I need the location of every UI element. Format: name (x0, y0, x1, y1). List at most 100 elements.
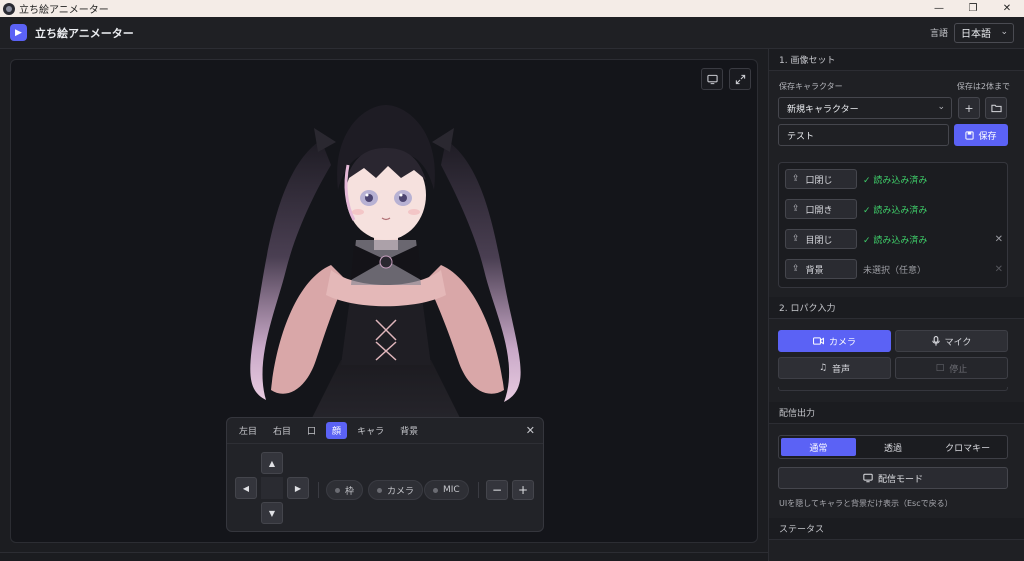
upload-mouth-closed-button[interactable]: ⇪ 口閉じ (785, 169, 857, 189)
monitor-icon (706, 74, 718, 84)
tab-character[interactable]: キャラ (351, 422, 390, 439)
upload-icon: ⇪ (792, 174, 800, 184)
image-slot-mouth-closed: ⇪ 口閉じ ✓ 読み込み済み (785, 169, 1003, 189)
close-window-button[interactable]: ✕ (990, 0, 1024, 17)
character-select[interactable]: 新規キャラクター ⌄ (778, 97, 952, 119)
arrow-up-icon: ▲ (268, 458, 276, 468)
zoom-out-button[interactable]: − (486, 480, 508, 500)
zoom-in-button[interactable]: + (512, 480, 534, 500)
control-panel-tabs: 左目 右目 口 顔 キャラ 背景 ✕ (227, 418, 543, 444)
music-note-icon: ♫ (818, 363, 828, 373)
tab-left-eye[interactable]: 左目 (233, 422, 263, 439)
upload-label: 口開き (805, 205, 833, 216)
chevron-down-icon: ⌄ (1000, 26, 1008, 37)
window-title: 立ち絵アニメーター (19, 5, 109, 16)
preview-stage: 左目 右目 口 顔 キャラ 背景 ✕ ▲ ◀ ▶ ▼ 枠 カメラ MIC − + (10, 59, 758, 543)
save-limit-note: 保存は2体まで (956, 82, 1010, 91)
settings-sidebar: 1. 画像セット 保存キャラクター 保存は2体まで 新規キャラクター ⌄ + テ… (768, 49, 1024, 561)
image-slot-background: ⇪ 背景 未選択（任意） ✕ (785, 259, 1003, 279)
fullscreen-button[interactable] (729, 68, 751, 90)
bottom-strip (0, 552, 768, 561)
arrow-down-icon: ▼ (268, 508, 276, 518)
app-icon (3, 2, 15, 15)
section-status-title: ステータス (769, 518, 1024, 540)
mode-transparent[interactable]: 透過 (856, 438, 931, 456)
move-up-button[interactable]: ▲ (261, 452, 283, 474)
upload-label: 背景 (805, 265, 824, 276)
mic-input-button[interactable]: マイク (895, 330, 1008, 352)
status-loaded: ✓ 読み込み済み (863, 205, 928, 216)
frame-toggle[interactable]: 枠 (326, 480, 364, 500)
tab-face[interactable]: 顔 (326, 422, 348, 439)
chevron-down-icon: ⌄ (937, 102, 945, 112)
control-panel-body: ▲ ◀ ▶ ▼ 枠 カメラ MIC − + (227, 444, 543, 532)
mode-chromakey[interactable]: クロマキー (930, 438, 1005, 456)
mic-icon (931, 336, 940, 346)
save-icon (965, 130, 975, 140)
arrow-right-icon: ▶ (294, 483, 302, 493)
control-panel: 左目 右目 口 顔 キャラ 背景 ✕ ▲ ◀ ▶ ▼ 枠 カメラ MIC − + (226, 417, 544, 532)
tab-right-eye[interactable]: 右目 (267, 422, 297, 439)
character-select-value: 新規キャラクター (787, 104, 859, 115)
open-folder-button[interactable] (985, 97, 1007, 119)
restore-button[interactable]: ❐ (956, 0, 990, 17)
level-meter (778, 387, 1008, 391)
move-left-button[interactable]: ◀ (235, 477, 257, 499)
stop-button[interactable]: □ 停止 (895, 357, 1008, 379)
close-icon[interactable]: ✕ (526, 424, 535, 437)
upload-icon: ⇪ (792, 264, 800, 274)
mic-input-label: マイク (944, 337, 972, 348)
folder-icon (990, 104, 1002, 113)
remove-image-icon[interactable]: ✕ (995, 234, 1003, 245)
mic-toggle[interactable]: MIC (424, 480, 469, 500)
language-select[interactable]: 日本語 ⌄ (954, 22, 1014, 43)
stream-mode-label: 配信モード (877, 474, 923, 485)
remove-image-icon: ✕ (994, 263, 1003, 275)
image-slots: ⇪ 口閉じ ✓ 読み込み済み ⇪ 口開き ✓ 読み込み済み ⇪ 目閉じ ✓ 読み込み済… (778, 162, 1008, 288)
character-name-value: テスト (787, 131, 815, 142)
camera-toggle[interactable]: カメラ (368, 480, 424, 500)
tab-background[interactable]: 背景 (394, 422, 424, 439)
camera-input-button[interactable]: カメラ (778, 330, 891, 352)
language-value: 日本語 (961, 29, 991, 40)
app-name: 立ち絵アニメーター (35, 26, 134, 40)
move-right-button[interactable]: ▶ (287, 477, 309, 499)
camera-input-label: カメラ (828, 337, 856, 348)
move-down-button[interactable]: ▼ (261, 502, 283, 524)
upload-icon: ⇪ (792, 234, 800, 244)
stop-label: 停止 (949, 364, 968, 375)
app-header: ▶ 立ち絵アニメーター 言語 日本語 ⌄ (0, 17, 1024, 49)
section-output-title: 配信出力 (769, 402, 1024, 424)
frame-toggle-label: 枠 (345, 486, 355, 497)
image-slot-eyes-closed: ⇪ 目閉じ ✓ 読み込み済み ✕ (785, 229, 1003, 249)
divider (478, 482, 479, 498)
mic-toggle-label: MIC (443, 485, 460, 495)
mode-normal[interactable]: 通常 (781, 438, 856, 456)
camera-icon (813, 337, 824, 345)
tab-mouth[interactable]: 口 (301, 422, 322, 439)
upload-eyes-closed-button[interactable]: ⇪ 目閉じ (785, 229, 857, 249)
save-button[interactable]: 保存 (954, 124, 1008, 146)
section-image-set-title: 1. 画像セット (769, 49, 1024, 71)
add-character-button[interactable]: + (958, 97, 980, 119)
status-dot-icon (335, 487, 340, 493)
play-logo-icon: ▶ (10, 24, 27, 41)
status-loaded: ✓ 読み込み済み (863, 235, 928, 246)
save-button-label: 保存 (978, 131, 997, 142)
upload-background-button[interactable]: ⇪ 背景 (785, 259, 857, 279)
upload-label: 口閉じ (805, 175, 833, 186)
divider (318, 482, 319, 498)
dpad-center (261, 477, 283, 499)
audio-input-button[interactable]: ♫ 音声 (778, 357, 891, 379)
status-dot-icon (377, 487, 382, 493)
window-controls: — ❐ ✕ (922, 0, 1024, 17)
output-mode-segmented: 通常 透過 クロマキー (778, 435, 1008, 459)
status-not-selected: 未選択（任意） (863, 265, 927, 276)
character-name-input[interactable]: テスト (778, 124, 949, 146)
stream-mode-button[interactable]: 配信モード (778, 467, 1008, 489)
plus-icon: + (964, 101, 974, 115)
monitor-button[interactable] (701, 68, 723, 90)
stop-icon: □ (935, 363, 945, 373)
upload-mouth-open-button[interactable]: ⇪ 口開き (785, 199, 857, 219)
minimize-button[interactable]: — (922, 0, 956, 17)
